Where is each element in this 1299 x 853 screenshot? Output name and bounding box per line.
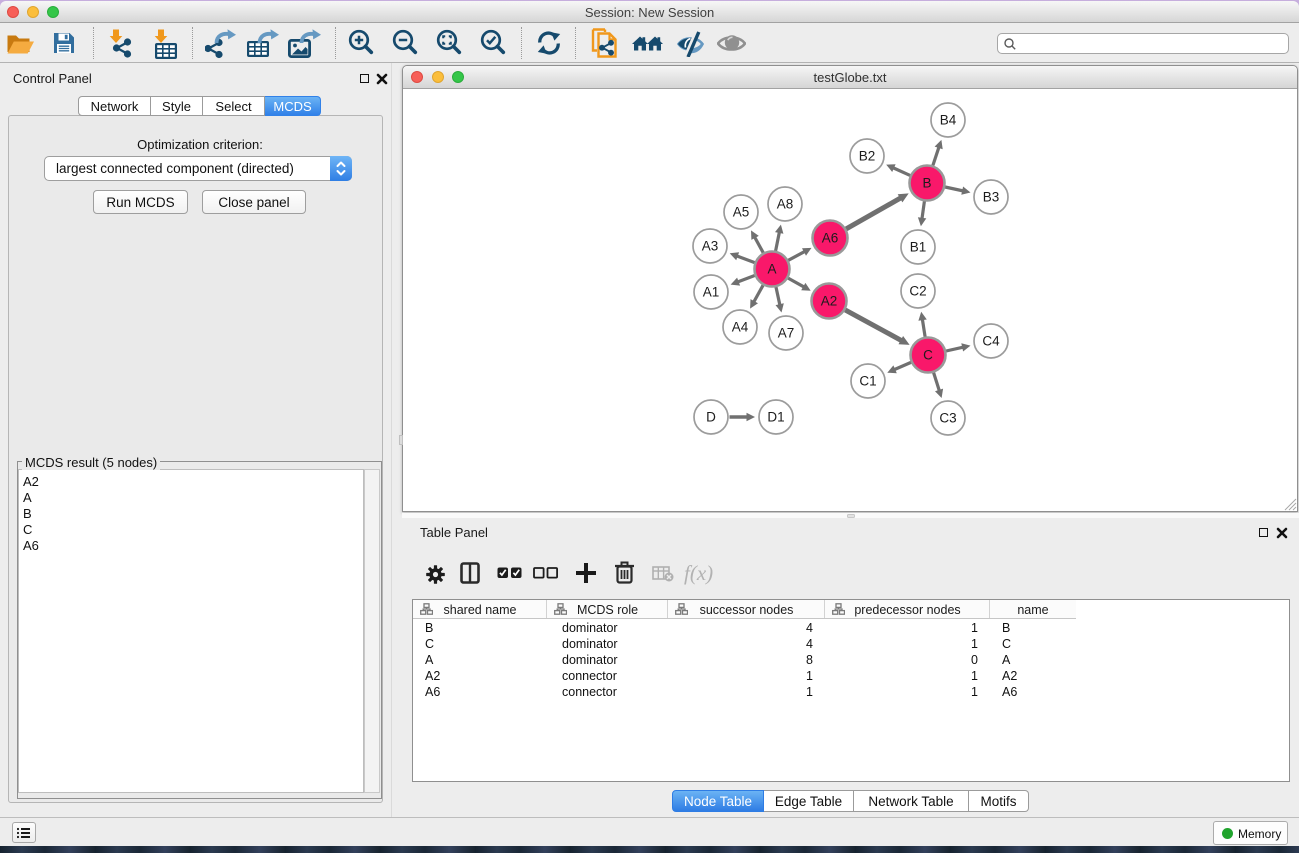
svg-text:A2: A2 <box>821 294 838 309</box>
svg-text:B: B <box>922 176 931 191</box>
svg-text:C: C <box>923 348 933 363</box>
svg-text:A3: A3 <box>702 239 719 254</box>
svg-text:C3: C3 <box>939 411 956 426</box>
svg-text:A6: A6 <box>822 231 839 246</box>
svg-text:A: A <box>767 262 776 277</box>
svg-text:D1: D1 <box>767 410 784 425</box>
svg-text:B1: B1 <box>910 240 927 255</box>
svg-text:A4: A4 <box>732 320 749 335</box>
svg-text:A5: A5 <box>733 205 750 220</box>
svg-text:B2: B2 <box>859 149 876 164</box>
svg-text:B3: B3 <box>983 190 1000 205</box>
svg-text:C1: C1 <box>859 374 876 389</box>
svg-text:D: D <box>706 410 716 425</box>
svg-text:A7: A7 <box>778 326 795 341</box>
svg-text:C2: C2 <box>909 284 926 299</box>
svg-text:A1: A1 <box>703 285 720 300</box>
svg-text:B4: B4 <box>940 113 957 128</box>
svg-text:C4: C4 <box>982 334 1000 349</box>
svg-text:A8: A8 <box>777 197 794 212</box>
